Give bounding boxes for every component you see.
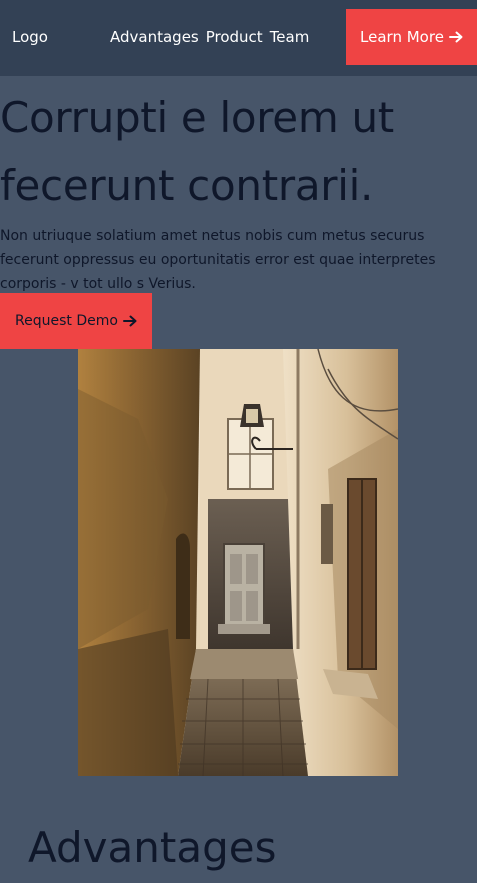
learn-more-label: Learn More <box>360 28 444 46</box>
nav-link-advantages[interactable]: Advantages <box>110 27 199 47</box>
nav-links: Advantages Product Team <box>110 27 309 47</box>
arrow-right-icon <box>122 315 137 327</box>
hero-title: Corrupti e lorem ut fecerunt contrarii. <box>0 90 477 210</box>
advantages-heading: Advantages <box>28 823 277 872</box>
logo[interactable]: Logo <box>12 27 48 47</box>
hero-description-line: Non utriuque solatium amet netus nobis c… <box>0 228 425 244</box>
arrow-right-icon <box>448 31 463 43</box>
hero-description-line: fecerunt oppressus eu oportunitatis erro… <box>0 252 436 268</box>
hero-title-line: Corrupti e lorem ut <box>0 93 394 142</box>
hero-alley-photo <box>78 349 398 776</box>
request-demo-button[interactable]: Request Demo <box>0 293 152 349</box>
learn-more-button[interactable]: Learn More <box>346 9 477 65</box>
hero-description: Non utriuque solatium amet netus nobis c… <box>0 224 477 296</box>
nav-link-product[interactable]: Product <box>206 27 263 47</box>
hero-title-line: fecerunt contrarii. <box>0 161 374 210</box>
navbar: Logo Advantages Product Team Learn More <box>0 0 477 76</box>
request-demo-label: Request Demo <box>15 313 118 329</box>
nav-link-team[interactable]: Team <box>270 27 310 47</box>
